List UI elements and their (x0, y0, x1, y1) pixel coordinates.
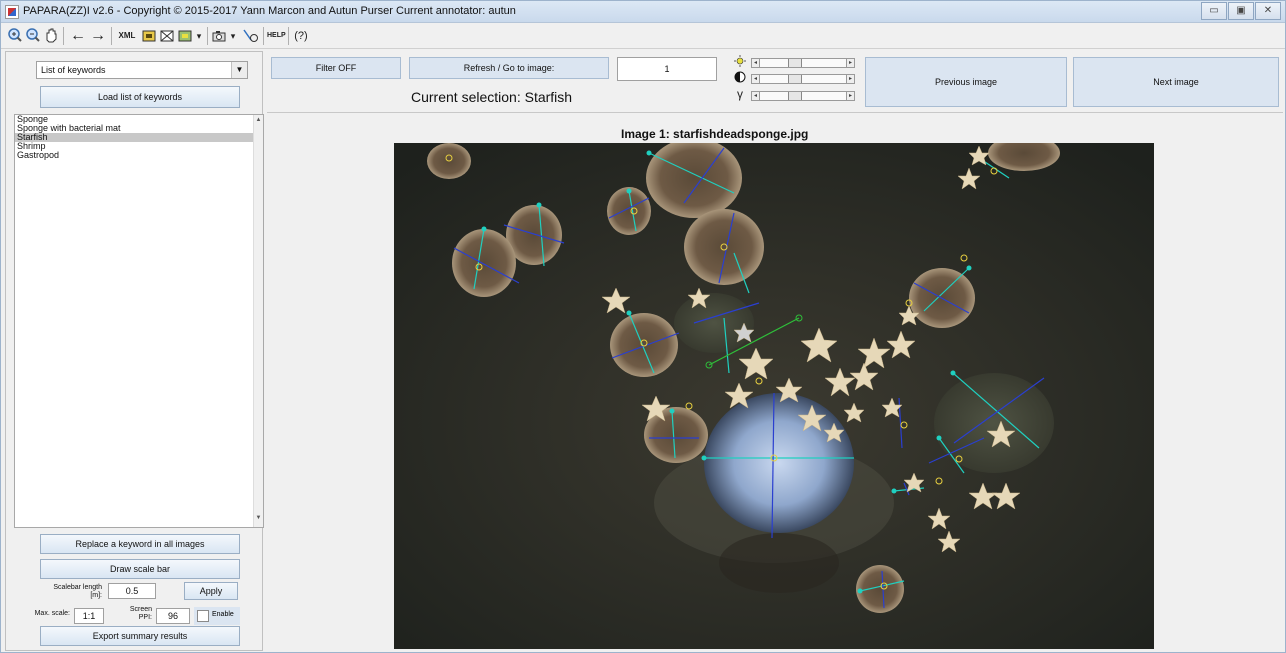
contrast-icon (733, 71, 747, 86)
help-icon[interactable]: HELP (267, 26, 286, 46)
slider-right-arrow[interactable]: ▸ (846, 58, 855, 68)
screen-ppi-label: Screen PPI: (129, 606, 152, 621)
keyword-item[interactable]: Starfish (15, 133, 263, 142)
annotator-label: Current annotator: autun (396, 5, 516, 17)
keyword-item[interactable]: Sponge with bacterial mat (15, 124, 263, 133)
slider-left-arrow[interactable]: ◂ (751, 58, 760, 68)
filter-button[interactable]: Filter OFF (271, 57, 401, 79)
load-keywords-button[interactable]: Load list of keywords (40, 86, 240, 108)
arrow-right-icon[interactable]: → (89, 26, 107, 46)
seafloor-image[interactable] (394, 143, 1154, 649)
previous-image-button[interactable]: Previous image (865, 57, 1067, 107)
image-number-input[interactable]: 1 (617, 57, 717, 81)
toolbar-separator (207, 27, 208, 45)
left-panel: List of keywords ▼ Load list of keywords… (5, 51, 264, 651)
slider-thumb[interactable] (788, 92, 802, 100)
max-scale-label: Max. scale: (34, 610, 70, 617)
frame-icon[interactable] (159, 26, 175, 46)
enable-checkbox[interactable] (197, 610, 209, 622)
image-icon[interactable] (177, 26, 193, 46)
arrow-left-icon[interactable]: ← (69, 26, 87, 46)
max-scale-input[interactable]: 1:1 (74, 608, 104, 624)
grid-icon[interactable] (141, 26, 157, 46)
brightness-slider[interactable]: ◂ ▸ (751, 58, 855, 68)
pan-icon[interactable] (43, 26, 59, 46)
next-image-button[interactable]: Next image (1073, 57, 1279, 107)
image-title: Image 1: starfishdeadsponge.jpg (621, 127, 809, 141)
list-scrollbar[interactable]: ▲ ▼ (253, 115, 263, 527)
scroll-down-icon[interactable]: ▼ (254, 515, 263, 525)
keyword-list-dropdown[interactable]: List of keywords ▼ (36, 61, 248, 79)
xml-icon[interactable]: XML (117, 26, 137, 46)
apply-button[interactable]: Apply (184, 582, 238, 600)
toolbar-separator (288, 27, 289, 45)
slider-right-arrow[interactable]: ▸ (846, 91, 855, 101)
title-bar: PAPARA(ZZ)I v2.6 - Copyright © 2015-2017… (1, 1, 1285, 23)
chevron-down-icon[interactable]: ▾ (229, 26, 237, 46)
toolbar-separator (263, 27, 264, 45)
toolbar: ← → XML ▾ ▾ HELP (?) (1, 23, 1285, 49)
minimize-icon[interactable]: ▭ (1201, 2, 1227, 20)
slider-thumb[interactable] (788, 59, 802, 67)
maximize-icon[interactable]: ▣ (1228, 2, 1254, 20)
slider-right-arrow[interactable]: ▸ (846, 74, 855, 84)
slider-left-arrow[interactable]: ◂ (751, 74, 760, 84)
slider-left-arrow[interactable]: ◂ (751, 91, 760, 101)
question-icon[interactable]: (?) (291, 26, 311, 46)
contrast-slider[interactable]: ◂ ▸ (751, 74, 855, 84)
annotated-photo[interactable] (394, 143, 1154, 649)
window-title: PAPARA(ZZ)I v2.6 - Copyright © 2015-2017… (23, 5, 393, 17)
chevron-down-icon[interactable]: ▾ (195, 26, 203, 46)
refresh-button[interactable]: Refresh / Go to image: (409, 57, 609, 79)
keyword-list[interactable]: Sponge Sponge with bacterial mat Starfish S… (14, 114, 264, 528)
enable-toggle[interactable]: Enable (194, 607, 240, 625)
export-summary-button[interactable]: Export summary results (40, 626, 240, 646)
scalebar-length-input[interactable]: 0.5 (108, 583, 156, 599)
chevron-down-icon[interactable]: ▼ (231, 62, 247, 78)
window-controls: ▭ ▣ ✕ (1201, 2, 1281, 20)
current-selection: Current selection: Starfish (411, 89, 573, 105)
gamma-icon: γ (737, 87, 743, 101)
marker-icon[interactable] (241, 26, 259, 46)
app-icon (5, 5, 19, 19)
camera-icon[interactable] (211, 26, 227, 46)
zoom-in-icon[interactable] (7, 26, 23, 46)
toolbar-separator (63, 27, 64, 45)
gamma-slider[interactable]: ◂ ▸ (751, 91, 855, 101)
keyword-item[interactable]: Gastropod (15, 151, 263, 160)
slider-thumb[interactable] (788, 75, 802, 83)
brightness-icon (733, 55, 747, 70)
toolbar-separator (111, 27, 112, 45)
zoom-out-icon[interactable] (25, 26, 41, 46)
draw-scale-bar-button[interactable]: Draw scale bar (40, 559, 240, 579)
scalebar-length-label: Scalebar length [m]: (53, 584, 102, 599)
screen-ppi-input[interactable]: 96 (156, 608, 190, 624)
enable-label: Enable (212, 611, 234, 618)
dropdown-value: List of keywords (41, 65, 106, 75)
scroll-up-icon[interactable]: ▲ (254, 117, 263, 127)
replace-keyword-button[interactable]: Replace a keyword in all images (40, 534, 240, 554)
close-icon[interactable]: ✕ (1255, 2, 1281, 20)
app-window: PAPARA(ZZ)I v2.6 - Copyright © 2015-2017… (0, 0, 1286, 653)
top-controls: Filter OFF Refresh / Go to image: 1 Curr… (267, 51, 1283, 113)
